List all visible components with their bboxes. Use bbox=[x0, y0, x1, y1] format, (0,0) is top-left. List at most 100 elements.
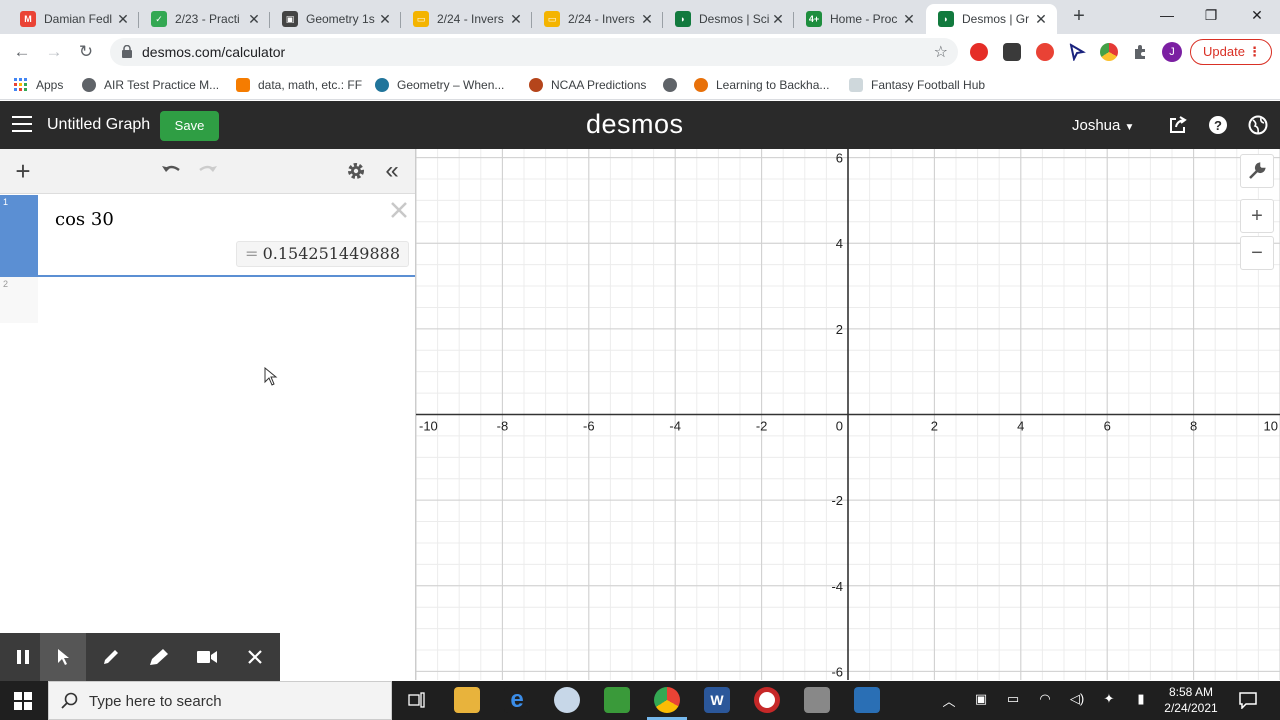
bookmark-geometry[interactable]: Geometry – When... bbox=[375, 76, 504, 94]
graph-title[interactable]: Untitled Graph bbox=[47, 116, 150, 134]
close-tab-icon[interactable]: ✕ bbox=[377, 11, 393, 28]
windows-start-icon[interactable] bbox=[14, 692, 32, 710]
axis-tick-label: -4 bbox=[831, 579, 843, 594]
close-tab-icon[interactable]: ✕ bbox=[246, 11, 262, 28]
collapse-panel-icon[interactable]: « bbox=[381, 159, 403, 183]
reload-button[interactable]: ↻ bbox=[74, 40, 98, 64]
notifications-icon[interactable] bbox=[1238, 691, 1258, 709]
bookmark-learning[interactable]: Learning to Backha... bbox=[694, 76, 829, 94]
zoom-out-button[interactable]: − bbox=[1240, 236, 1274, 270]
zoom-in-button[interactable]: + bbox=[1240, 199, 1274, 233]
word-icon[interactable]: W bbox=[704, 687, 730, 713]
highlighter-tool-icon[interactable] bbox=[136, 633, 182, 681]
minimize-button[interactable]: — bbox=[1144, 0, 1190, 30]
browser-tab[interactable]: ▭ 2/24 - Invers ✕ bbox=[401, 4, 532, 34]
search-placeholder: Type here to search bbox=[89, 693, 222, 710]
expression-row-empty[interactable]: 2 bbox=[0, 277, 415, 325]
mts-extension-icon[interactable] bbox=[1003, 43, 1021, 61]
blogger-icon bbox=[236, 78, 250, 92]
bookmark-data-math[interactable]: data, math, etc.: FF bbox=[236, 76, 362, 94]
url-text: desmos.com/calculator bbox=[142, 44, 286, 60]
puzzle-extensions-icon[interactable] bbox=[1131, 43, 1149, 61]
close-tab-icon[interactable]: ✕ bbox=[639, 11, 655, 28]
file-explorer-icon[interactable] bbox=[454, 687, 480, 713]
browser-tab[interactable]: M Damian Fedl ✕ bbox=[8, 4, 139, 34]
expression-math[interactable]: cos 30 bbox=[55, 209, 114, 230]
cursor-extension-icon[interactable] bbox=[1068, 43, 1086, 61]
browser-tab[interactable]: ▭ 2/24 - Invers ✕ bbox=[532, 4, 663, 34]
browser-tab[interactable]: ▣ Geometry 1s ✕ bbox=[270, 4, 401, 34]
system-clock[interactable]: 8:58 AM 2/24/2021 bbox=[1156, 684, 1226, 716]
close-recorder-icon[interactable] bbox=[232, 633, 278, 681]
app-icon[interactable] bbox=[604, 687, 630, 713]
opera-extension-icon[interactable] bbox=[970, 43, 988, 61]
bookmark-star-icon[interactable]: ☆ bbox=[934, 42, 948, 62]
tab-favicon-icon: ◗ bbox=[938, 11, 954, 27]
volume-icon[interactable]: ◁) bbox=[1068, 691, 1086, 709]
color-extension-icon[interactable] bbox=[1100, 43, 1118, 61]
share-icon[interactable] bbox=[1168, 115, 1188, 135]
pointer-tool-icon[interactable] bbox=[40, 633, 86, 681]
app-icon[interactable] bbox=[804, 687, 830, 713]
tray-app-icon[interactable]: ▣ bbox=[972, 691, 990, 709]
webcam-icon[interactable] bbox=[184, 633, 230, 681]
edge-browser-icon[interactable]: e bbox=[504, 687, 530, 713]
bookmark-ncaa[interactable]: NCAA Predictions bbox=[529, 76, 646, 94]
save-button[interactable]: Save bbox=[160, 111, 219, 141]
forward-button[interactable]: → bbox=[42, 40, 66, 64]
graph-settings-wrench-icon[interactable] bbox=[1240, 154, 1274, 188]
back-button[interactable]: ← bbox=[10, 40, 34, 64]
dropbox-icon[interactable]: ✦ bbox=[1100, 691, 1118, 709]
bookmark-apps[interactable]: Apps bbox=[14, 76, 63, 94]
close-tab-icon[interactable]: ✕ bbox=[901, 11, 917, 28]
bookmark-fantasy[interactable]: Fantasy Football Hub bbox=[849, 76, 985, 94]
graph-canvas[interactable]: -10 -8 -6 -4 -2 0 2 4 6 8 10 6 4 2 -2 -4 -6 bbox=[416, 149, 1280, 680]
close-tab-icon[interactable]: ✕ bbox=[508, 11, 524, 28]
close-window-button[interactable]: ✕ bbox=[1234, 0, 1280, 30]
user-menu[interactable]: Joshua ▼ bbox=[1072, 117, 1134, 134]
task-view-icon[interactable] bbox=[404, 687, 430, 713]
show-hidden-icons-icon[interactable]: ︿ bbox=[940, 691, 958, 709]
extension-icon[interactable] bbox=[1036, 43, 1054, 61]
usb-icon[interactable]: ▮ bbox=[1132, 691, 1150, 709]
snipping-tool-icon[interactable] bbox=[554, 687, 580, 713]
bookmark-globe[interactable] bbox=[663, 76, 685, 94]
settings-gear-icon[interactable] bbox=[345, 160, 367, 182]
close-tab-icon[interactable]: ✕ bbox=[1033, 11, 1049, 28]
axis-tick-label: 6 bbox=[1104, 419, 1111, 434]
address-bar[interactable]: desmos.com/calculator ☆ bbox=[110, 38, 958, 66]
bookmark-air-test[interactable]: AIR Test Practice M... bbox=[82, 76, 219, 94]
hamburger-menu-icon[interactable] bbox=[12, 116, 32, 132]
battery-icon[interactable]: ▭ bbox=[1004, 691, 1022, 709]
football-icon bbox=[694, 78, 708, 92]
help-icon[interactable]: ? bbox=[1208, 115, 1228, 135]
update-button[interactable]: Update ⋮ bbox=[1190, 39, 1272, 65]
chrome-icon[interactable] bbox=[654, 687, 680, 713]
undo-icon[interactable] bbox=[160, 160, 182, 182]
expression-row[interactable]: 1 cos 30 = 0.154251449888 bbox=[0, 195, 415, 277]
pen-tool-icon[interactable] bbox=[88, 633, 134, 681]
app-icon[interactable] bbox=[754, 687, 780, 713]
add-item-icon[interactable]: + bbox=[12, 158, 34, 184]
close-tab-icon[interactable]: ✕ bbox=[115, 11, 131, 28]
browser-tab[interactable]: ◗ Desmos | Sci ✕ bbox=[663, 4, 794, 34]
graph-paper[interactable]: -10 -8 -6 -4 -2 0 2 4 6 8 10 6 4 2 -2 -4 -6 bbox=[416, 149, 1280, 680]
browser-tab[interactable]: ◗ Desmos | Gr ✕ bbox=[926, 4, 1057, 34]
axis-tick-label: 4 bbox=[1017, 419, 1024, 434]
axis-tick-label: 10 bbox=[1264, 419, 1278, 434]
taskbar-search-box[interactable]: Type here to search bbox=[48, 681, 392, 720]
restore-button[interactable]: ❐ bbox=[1188, 0, 1234, 30]
user-name: Joshua bbox=[1072, 117, 1121, 134]
redo-icon[interactable] bbox=[197, 160, 219, 182]
profile-avatar[interactable]: J bbox=[1162, 42, 1182, 62]
photos-icon[interactable] bbox=[854, 687, 880, 713]
new-tab-button[interactable]: + bbox=[1068, 6, 1090, 28]
desmos-header: Untitled Graph Save desmos Joshua ▼ ? bbox=[0, 101, 1280, 149]
close-tab-icon[interactable]: ✕ bbox=[770, 11, 786, 28]
delete-expression-icon[interactable] bbox=[388, 199, 410, 221]
wifi-icon[interactable]: ◠ bbox=[1036, 691, 1054, 709]
language-globe-icon[interactable] bbox=[1248, 115, 1268, 135]
browser-tab[interactable]: ✓ 2/23 - Practi ✕ bbox=[139, 4, 270, 34]
bookmarks-bar: Apps AIR Test Practice M... data, math, … bbox=[0, 70, 1280, 100]
browser-tab[interactable]: 4+ Home - Proc ✕ bbox=[794, 4, 925, 34]
